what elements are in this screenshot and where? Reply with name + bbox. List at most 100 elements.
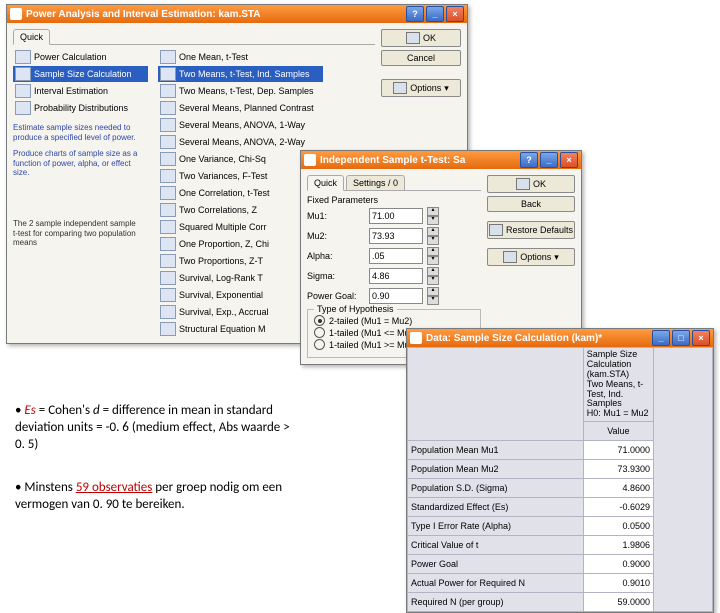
- row-label: Power Goal: [408, 555, 584, 574]
- results-table: Sample Size Calculation (kam.STA)Two Mea…: [407, 347, 713, 612]
- row-value: 0.9000: [583, 555, 653, 574]
- header-cell: Sample Size Calculation (kam.STA)Two Mea…: [583, 348, 653, 422]
- close-button[interactable]: ×: [446, 6, 464, 22]
- item-icon: [160, 67, 176, 81]
- menu-item-selected[interactable]: Sample Size Calculation: [13, 66, 148, 82]
- titlebar: Independent Sample t-Test: Sa ? _ ×: [301, 151, 581, 169]
- item-icon: [160, 254, 176, 268]
- item-label: Two Correlations, Z: [179, 205, 257, 215]
- alpha-input[interactable]: [369, 248, 423, 264]
- fixed-params-label: Fixed Parameters: [307, 195, 481, 205]
- item-label: One Correlation, t-Test: [179, 188, 270, 198]
- help-text: Estimate sample sizes needed to produce …: [13, 123, 138, 142]
- restore-button[interactable]: Restore Defaults: [487, 221, 575, 239]
- item-icon: [15, 84, 31, 98]
- powergoal-input[interactable]: [369, 288, 423, 304]
- test-item[interactable]: One Proportion, Z, Chi: [158, 236, 323, 252]
- row-label: Required N (per group): [408, 593, 584, 612]
- row-value: 0.0500: [583, 517, 653, 536]
- close-button[interactable]: ×: [560, 152, 578, 168]
- sigma-input[interactable]: [369, 268, 423, 284]
- test-item[interactable]: Survival, Exponential: [158, 287, 323, 303]
- menu-item[interactable]: Probability Distributions: [13, 100, 148, 116]
- item-label: Squared Multiple Corr: [179, 222, 267, 232]
- test-item[interactable]: Two Proportions, Z-T: [158, 253, 323, 269]
- test-item[interactable]: One Correlation, t-Test: [158, 185, 323, 201]
- item-icon: [160, 84, 176, 98]
- tab-settings[interactable]: Settings / 0: [346, 175, 405, 190]
- ok-button[interactable]: OK: [487, 175, 575, 193]
- row-label: Type I Error Rate (Alpha): [408, 517, 584, 536]
- item-icon: [15, 101, 31, 115]
- menu-item[interactable]: Interval Estimation: [13, 83, 148, 99]
- minimize-button[interactable]: _: [426, 6, 444, 22]
- titlebar: Power Analysis and Interval Estimation: …: [7, 5, 467, 23]
- restore-icon: [489, 224, 503, 236]
- spin-down[interactable]: ▾: [427, 236, 439, 245]
- options-button[interactable]: Options ▾: [487, 248, 575, 266]
- test-item[interactable]: Several Means, ANOVA, 1-Way: [158, 117, 323, 133]
- row-label: Population Mean Mu2: [408, 460, 584, 479]
- item-icon: [160, 101, 176, 115]
- test-item[interactable]: One Variance, Chi-Sq: [158, 151, 323, 167]
- row-label: Actual Power for Required N: [408, 574, 584, 593]
- help-button[interactable]: ?: [406, 6, 424, 22]
- item-icon: [160, 186, 176, 200]
- alpha-label: Alpha:: [307, 251, 365, 261]
- app-icon: [304, 154, 316, 166]
- window-title: Data: Sample Size Calculation (kam)*: [426, 333, 652, 344]
- test-item[interactable]: Two Means, t-Test, Dep. Samples: [158, 83, 323, 99]
- minimize-button[interactable]: _: [540, 152, 558, 168]
- test-item[interactable]: One Mean, t-Test: [158, 49, 323, 65]
- spin-down[interactable]: ▾: [427, 276, 439, 285]
- cancel-button[interactable]: Cancel: [381, 50, 461, 66]
- spin-up[interactable]: ▴: [427, 267, 439, 276]
- test-item[interactable]: Survival, Log-Rank T: [158, 270, 323, 286]
- test-item[interactable]: Squared Multiple Corr: [158, 219, 323, 235]
- tab-quick[interactable]: Quick: [307, 175, 344, 191]
- spin-down[interactable]: ▾: [427, 296, 439, 305]
- spin-up[interactable]: ▴: [427, 207, 439, 216]
- spin-up[interactable]: ▴: [427, 247, 439, 256]
- run-icon: [516, 178, 530, 190]
- mu1-input[interactable]: [369, 208, 423, 224]
- minimize-button[interactable]: _: [652, 330, 670, 346]
- test-item[interactable]: Several Means, Planned Contrast: [158, 100, 323, 116]
- item-icon: [160, 322, 176, 336]
- spin-up[interactable]: ▴: [427, 287, 439, 296]
- mu1-label: Mu1:: [307, 211, 365, 221]
- row-label: Population Mean Mu1: [408, 441, 584, 460]
- item-label: Several Means, Planned Contrast: [179, 103, 314, 113]
- help-button[interactable]: ?: [520, 152, 538, 168]
- maximize-button[interactable]: □: [672, 330, 690, 346]
- row-value: -0.6029: [583, 498, 653, 517]
- back-button[interactable]: Back: [487, 196, 575, 212]
- options-button[interactable]: Options ▾: [381, 79, 461, 97]
- spin-up[interactable]: ▴: [427, 227, 439, 236]
- powergoal-label: Power Goal:: [307, 291, 365, 301]
- test-item[interactable]: Two Variances, F-Test: [158, 168, 323, 184]
- window-title: Independent Sample t-Test: Sa: [320, 155, 520, 166]
- ok-button[interactable]: OK: [381, 29, 461, 47]
- test-item[interactable]: Structural Equation M: [158, 321, 323, 337]
- test-item-selected[interactable]: Two Means, t-Test, Ind. Samples: [158, 66, 323, 82]
- test-item[interactable]: Several Means, ANOVA, 2-Way: [158, 134, 323, 150]
- close-button[interactable]: ×: [692, 330, 710, 346]
- menu-item[interactable]: Power Calculation: [13, 49, 148, 65]
- tab-quick[interactable]: Quick: [13, 29, 50, 45]
- test-item[interactable]: Two Correlations, Z: [158, 202, 323, 218]
- row-label: Standardized Effect (Es): [408, 498, 584, 517]
- radio-2tailed[interactable]: 2-tailed (Mu1 = Mu2): [314, 315, 474, 326]
- item-icon: [160, 220, 176, 234]
- app-icon: [10, 8, 22, 20]
- test-item[interactable]: Survival, Exp., Accrual: [158, 304, 323, 320]
- radio-label: 2-tailed (Mu1 = Mu2): [329, 316, 412, 326]
- row-label: Critical Value of t: [408, 536, 584, 555]
- mu2-input[interactable]: [369, 228, 423, 244]
- item-icon: [160, 169, 176, 183]
- spin-down[interactable]: ▾: [427, 256, 439, 265]
- spin-down[interactable]: ▾: [427, 216, 439, 225]
- item-icon: [15, 50, 31, 64]
- radio-icon: [314, 315, 325, 326]
- item-icon: [160, 50, 176, 64]
